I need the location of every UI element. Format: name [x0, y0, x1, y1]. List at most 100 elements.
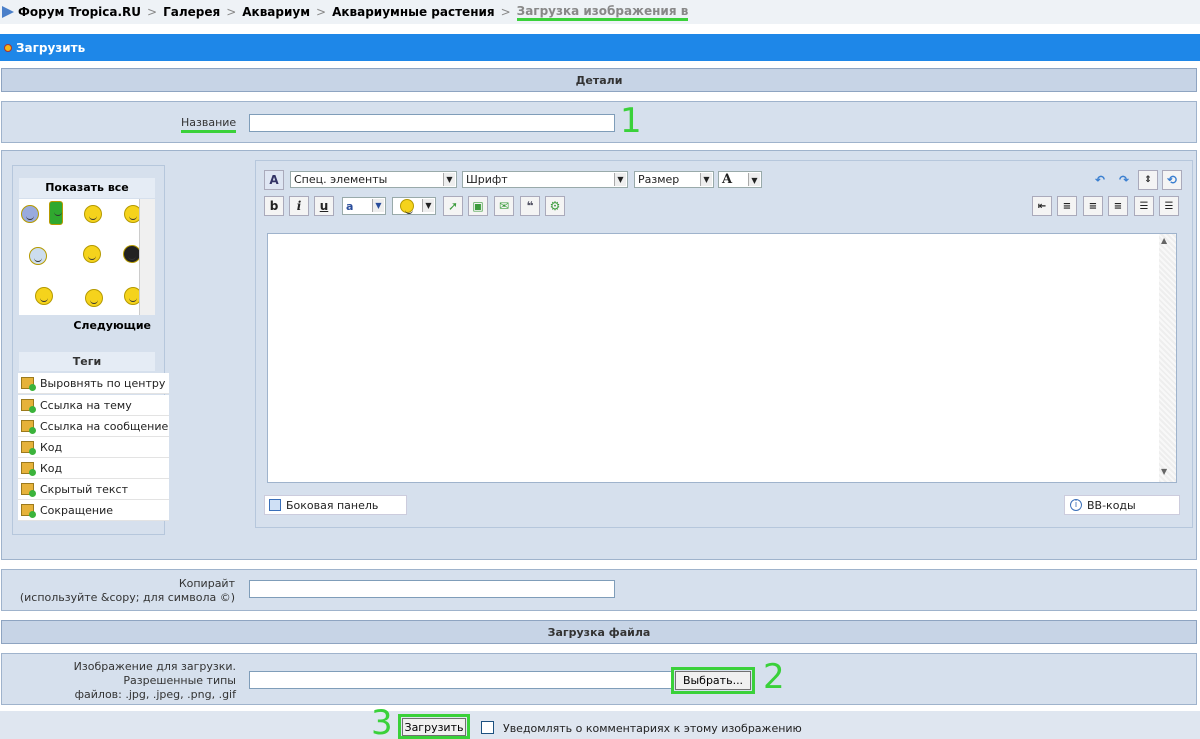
size-label: Размер	[638, 173, 680, 186]
chevron-down-icon: ▼	[372, 199, 384, 212]
file-upload-header: Загрузка файла	[1, 620, 1197, 644]
chevron-down-icon: ▼	[748, 173, 760, 186]
smilies-next-link[interactable]: Следующие	[19, 319, 155, 332]
fish-smiley-icon[interactable]	[29, 247, 47, 265]
message-textarea[interactable]	[267, 233, 1177, 483]
undo-icon[interactable]: ↶	[1090, 170, 1110, 190]
align-left-icon[interactable]: ≡	[1057, 196, 1077, 216]
chevron-down-icon: ▼	[422, 199, 434, 212]
file-path-input[interactable]	[249, 671, 673, 689]
font-style-select[interactable]: a ▼	[342, 197, 386, 215]
smilies-show-all-link[interactable]: Показать все	[19, 178, 155, 198]
remove-format-icon[interactable]: A	[264, 170, 284, 190]
breadcrumb-link-forum[interactable]: Форум Tropica.RU	[18, 5, 141, 19]
breadcrumb-link-gallery[interactable]: Галерея	[163, 5, 220, 19]
scroll-down-icon[interactable]: ▼	[1161, 467, 1167, 476]
details-header: Детали	[1, 68, 1197, 92]
special-elements-select[interactable]: Спец. элементы ▼	[290, 171, 457, 188]
bbcodes-label: BB-коды	[1087, 498, 1136, 512]
marker-1: 1	[620, 101, 642, 141]
page-title-bar: Загрузить	[0, 34, 1200, 61]
tag-item[interactable]: Код	[18, 458, 169, 479]
scroll-up-icon[interactable]: ▲	[1161, 236, 1167, 245]
title-input[interactable]	[249, 114, 615, 132]
breadcrumb-link-plants[interactable]: Аквариумные растения	[332, 5, 495, 19]
switch-mode-icon[interactable]: ⟲	[1162, 170, 1182, 190]
outdent-icon[interactable]: ⇤	[1032, 196, 1052, 216]
tag-item[interactable]: Ссылка на тему	[18, 395, 169, 416]
tag-item[interactable]: Выровнять по центру	[18, 373, 169, 394]
browse-button[interactable]: Выбрать...	[675, 671, 751, 690]
breadcrumb-current: Загрузка изображения в	[516, 4, 689, 21]
resize-editor-icon[interactable]: ⇕	[1138, 170, 1158, 190]
align-right-icon[interactable]: ≡	[1108, 196, 1128, 216]
bbcodes-button[interactable]: i BB-коды	[1064, 495, 1180, 515]
chevron-down-icon: ▼	[700, 173, 712, 186]
copyright-label: Копирайт (используйте &copy; для символа…	[10, 577, 235, 605]
tag-item-label: Выровнять по центру	[40, 376, 166, 390]
align-center-icon[interactable]: ≡	[1083, 196, 1103, 216]
redo-icon[interactable]: ↷	[1114, 170, 1134, 190]
file-upload-header-label: Загрузка файла	[547, 625, 651, 639]
code-icon[interactable]: ⚙	[545, 196, 565, 216]
unordered-list-icon[interactable]: ☰	[1159, 196, 1179, 216]
tag-item-label: Сокращение	[40, 503, 114, 517]
tag-item-label: Ссылка на сообщение	[40, 419, 169, 433]
breadcrumb-separator: >	[226, 5, 237, 19]
font-color-icon: A	[722, 172, 733, 187]
panel-icon	[269, 499, 281, 511]
smilies-scrollbar[interactable]	[139, 199, 155, 315]
insert-email-icon[interactable]: ✉	[494, 196, 514, 216]
tag-item[interactable]: Скрытый текст	[18, 479, 169, 500]
insert-link-icon[interactable]: ➚	[443, 196, 463, 216]
side-panel-button[interactable]: Боковая панель	[264, 495, 407, 515]
copyright-hint: (используйте &copy; для символа ©)	[19, 591, 235, 604]
breadcrumb-separator: >	[500, 5, 511, 19]
copyright-input[interactable]	[249, 580, 615, 598]
bold-button[interactable]: b	[264, 196, 284, 216]
underline-button[interactable]: u	[314, 196, 334, 216]
insert-image-icon[interactable]: ▣	[468, 196, 488, 216]
special-elements-label: Спец. элементы	[294, 173, 388, 186]
font-style-icon: a	[346, 199, 354, 213]
smiley-icon[interactable]	[84, 205, 102, 223]
font-color-select[interactable]: A ▼	[718, 171, 762, 188]
title-label: Название	[181, 116, 237, 133]
smilies-select[interactable]: ▼	[392, 197, 436, 215]
tag-item[interactable]: Сокращение	[18, 500, 169, 521]
smiley-icon[interactable]	[21, 205, 39, 223]
copyright-label-line: Копирайт	[178, 577, 235, 590]
marker-2: 2	[763, 657, 785, 697]
size-select[interactable]: Размер ▼	[634, 171, 714, 188]
breadcrumb: Форум Tropica.RU > Галерея > Аквариум > …	[0, 0, 1200, 24]
sign-smiley-icon[interactable]	[85, 289, 103, 307]
side-panel-label: Боковая панель	[286, 498, 379, 512]
tag-item[interactable]: Код	[18, 437, 169, 458]
tags-header: Теги	[19, 352, 155, 371]
quote-icon[interactable]: ❝	[520, 196, 540, 216]
file-label-line: файлов: .jpg, .jpeg, .png, .gif	[74, 688, 236, 701]
font-select[interactable]: Шрифт ▼	[462, 171, 628, 188]
tag-add-icon	[21, 504, 36, 518]
smiley-icon[interactable]	[35, 287, 53, 305]
tag-add-icon	[21, 399, 36, 413]
notify-label: Уведомлять о комментариях к этому изобра…	[503, 722, 802, 735]
breadcrumb-link-aquarium[interactable]: Аквариум	[242, 5, 310, 19]
italic-button[interactable]: i	[289, 196, 309, 216]
tag-add-icon	[21, 462, 36, 476]
tag-item[interactable]: Ссылка на сообщение	[18, 416, 169, 437]
pirate-smiley-icon[interactable]	[83, 245, 101, 263]
smiley-icon	[400, 199, 414, 214]
notify-checkbox[interactable]	[481, 721, 494, 734]
page-title: Загрузить	[16, 40, 86, 55]
textarea-scrollbar[interactable]	[1159, 234, 1176, 482]
ordered-list-icon[interactable]: ☰	[1134, 196, 1154, 216]
marker-3: 3	[371, 703, 393, 739]
tag-add-icon	[21, 377, 36, 391]
file-label-line: Изображение для загрузки.	[73, 660, 236, 673]
bottle-smiley-icon[interactable]	[49, 201, 63, 225]
tag-item-label: Ссылка на тему	[40, 398, 132, 412]
chevron-down-icon: ▼	[614, 173, 626, 186]
tag-item-label: Скрытый текст	[40, 482, 129, 496]
submit-button[interactable]: Загрузить	[402, 718, 466, 736]
